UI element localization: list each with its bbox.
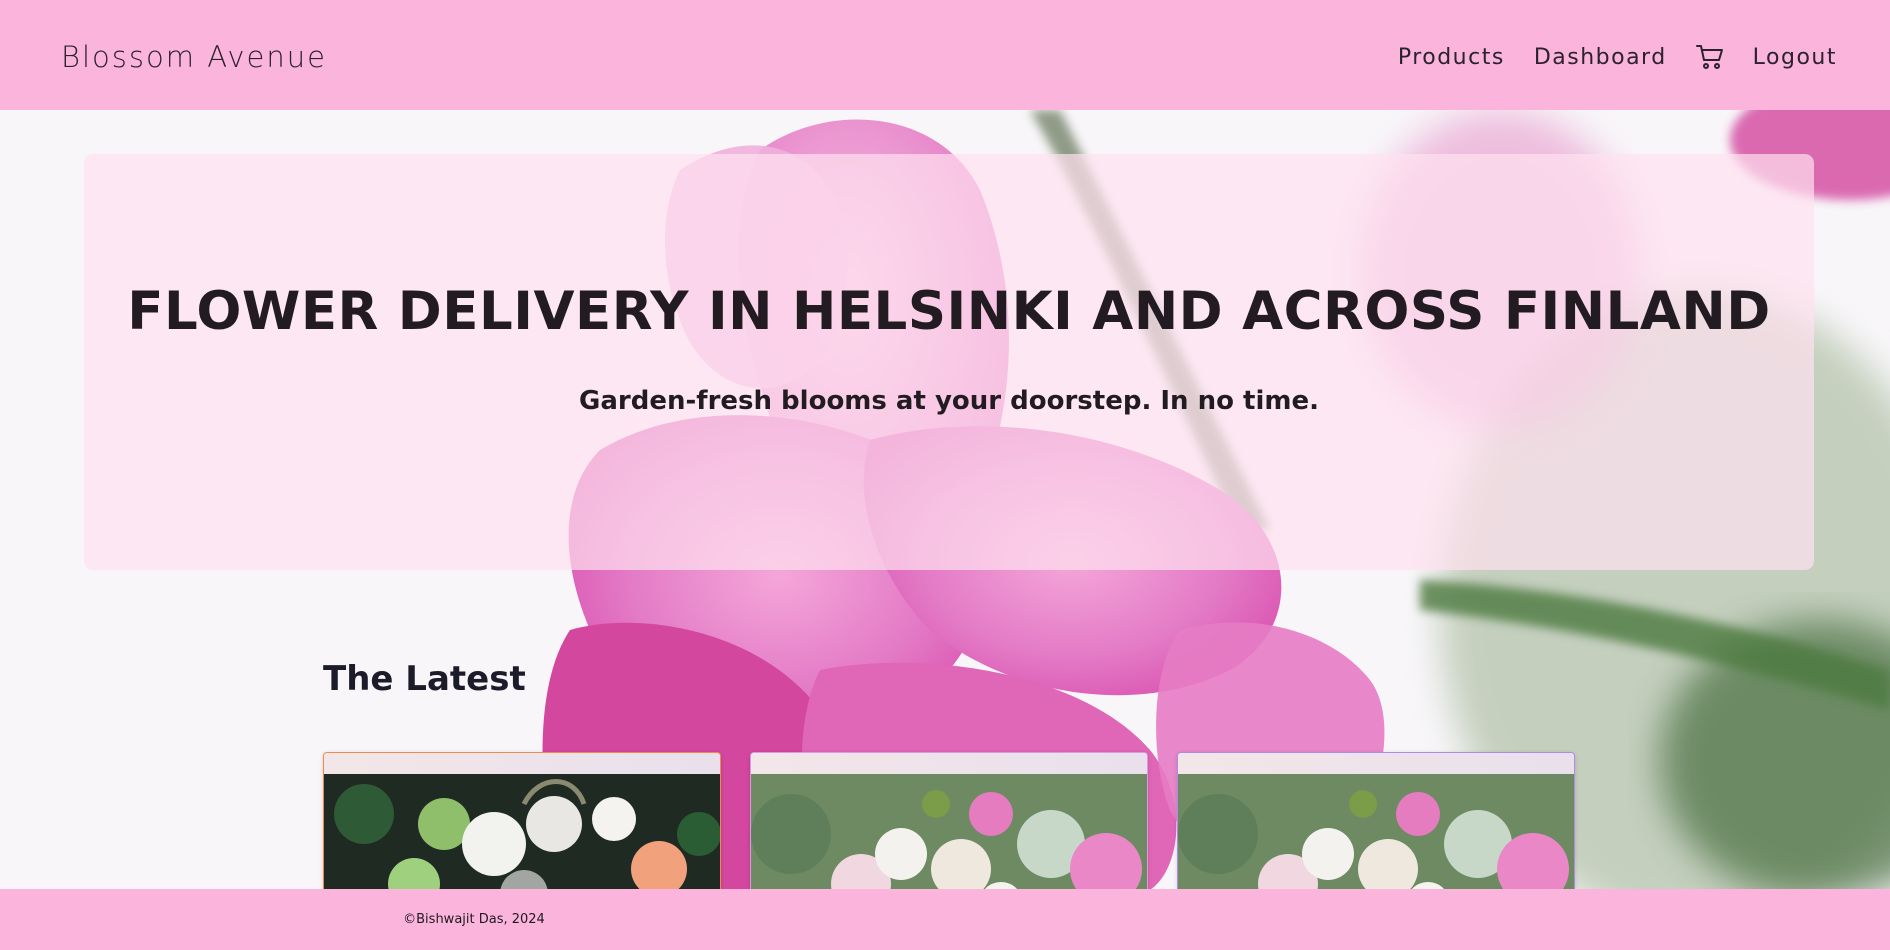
nav-link-products[interactable]: Products xyxy=(1398,45,1505,70)
nav-link-dashboard[interactable]: Dashboard xyxy=(1534,45,1667,70)
brand-logo-text[interactable]: Blossom Avenue xyxy=(61,40,327,74)
card-header-strip xyxy=(751,753,1147,774)
nav-link-logout[interactable]: Logout xyxy=(1753,45,1837,70)
page-footer: ©Bishwajit Das, 2024 xyxy=(0,889,1890,950)
card-header-strip xyxy=(324,753,720,774)
hero-subtitle: Garden-fresh blooms at your doorstep. In… xyxy=(579,386,1319,416)
hero-banner: FLOWER DELIVERY IN HELSINKI AND ACROSS F… xyxy=(84,154,1814,570)
latest-section-heading: The Latest xyxy=(323,659,526,699)
shopping-cart-icon[interactable] xyxy=(1695,44,1724,70)
nav-links: Products Dashboard Logout xyxy=(1398,44,1837,70)
top-navbar: Blossom Avenue Products Dashboard Logout xyxy=(0,0,1890,110)
card-header-strip xyxy=(1178,753,1574,774)
copyright-text: ©Bishwajit Das, 2024 xyxy=(403,912,545,927)
hero-title: FLOWER DELIVERY IN HELSINKI AND ACROSS F… xyxy=(127,281,1771,342)
